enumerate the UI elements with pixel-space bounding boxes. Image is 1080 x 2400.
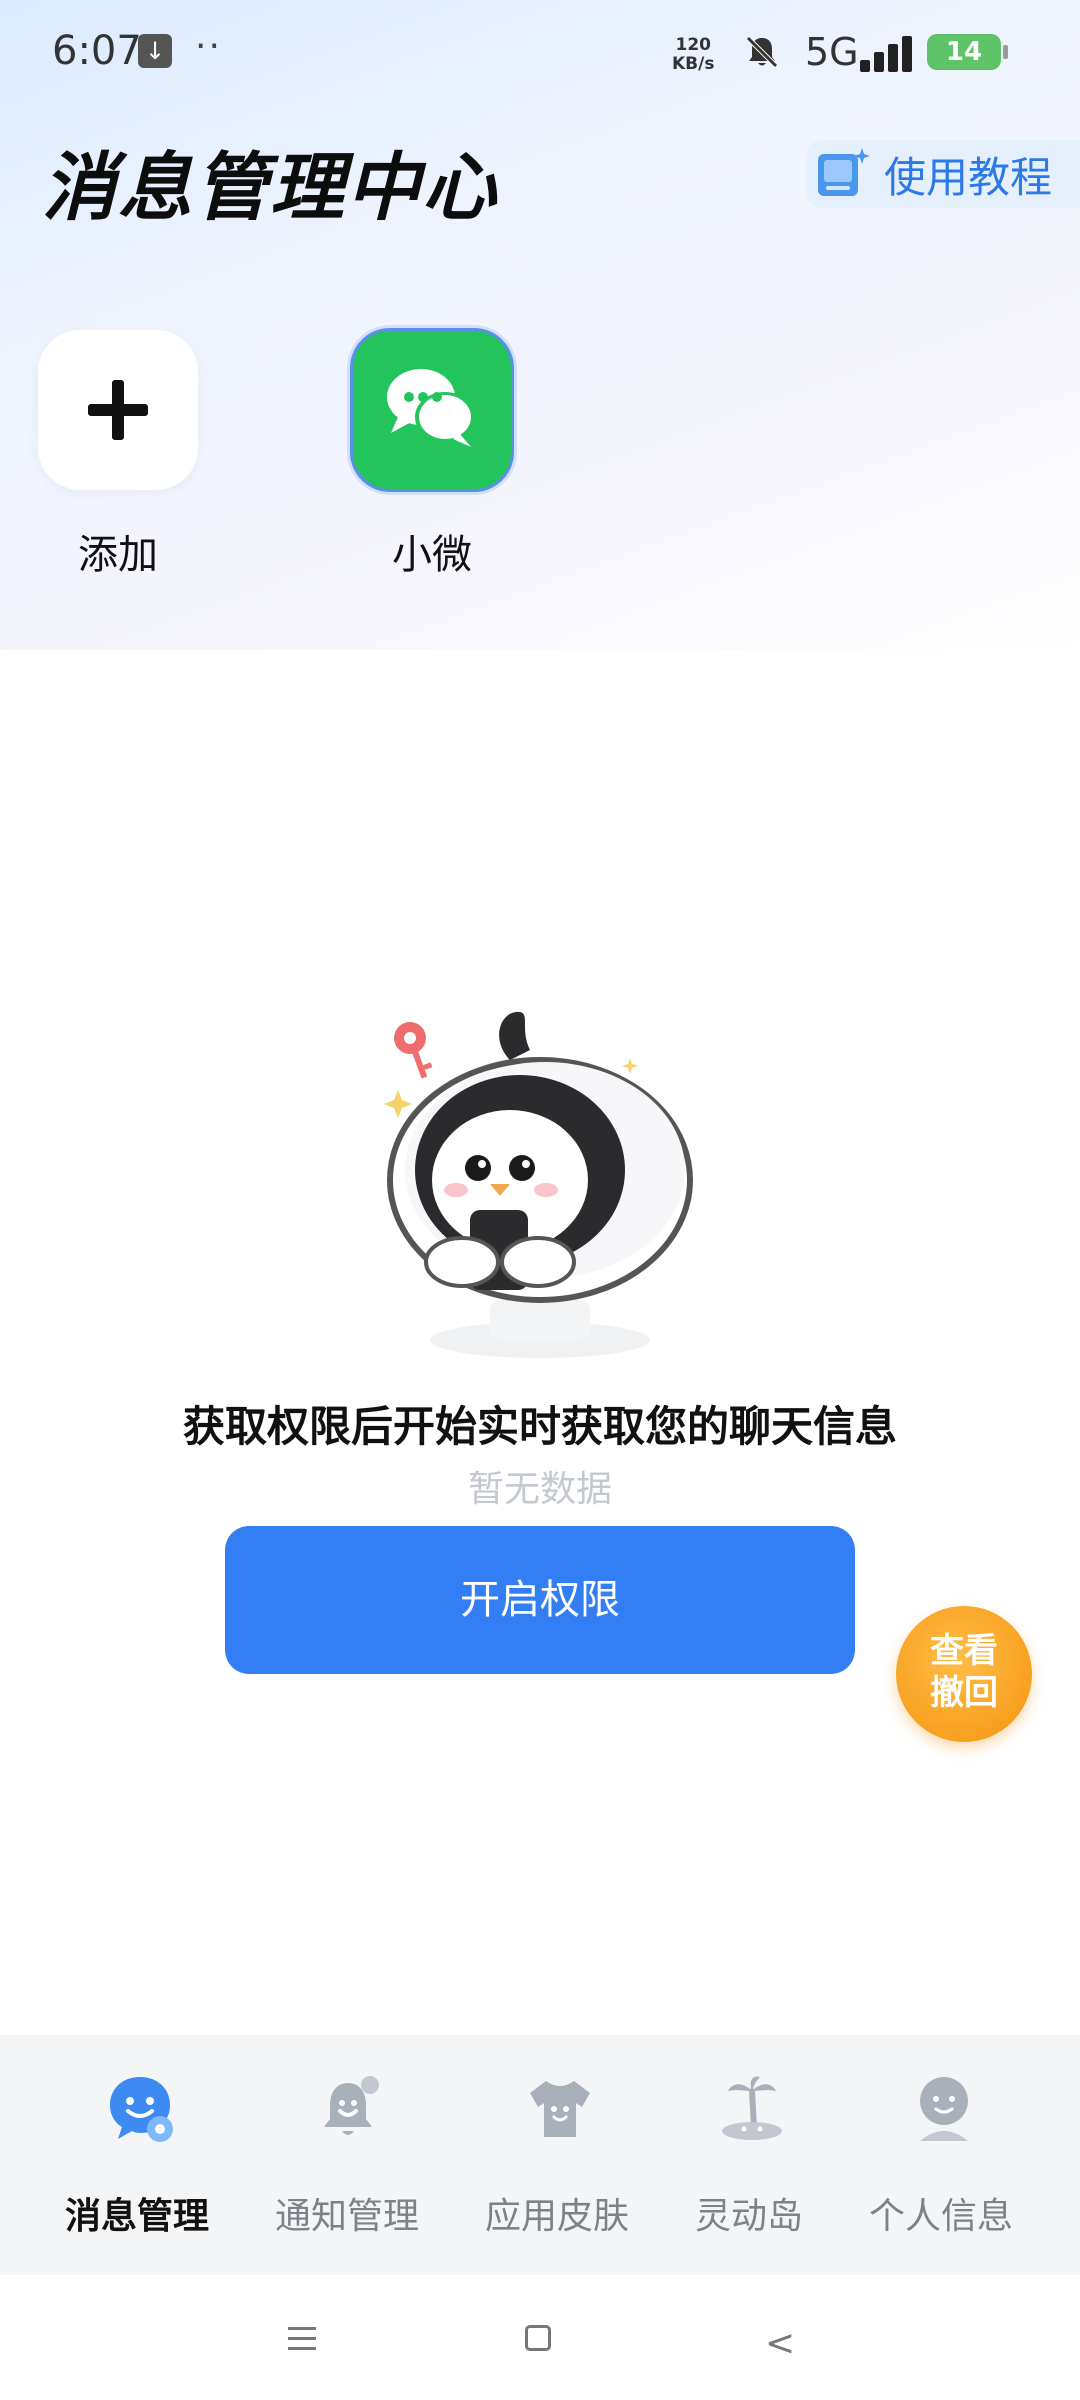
network-speed-unit: KB/s (672, 54, 715, 74)
network-type: 5G (805, 30, 859, 74)
wechat-app-label: 小微 (392, 532, 472, 578)
penguin-illustration (384, 1011, 693, 1358)
nav-label: 个人信息 (868, 2196, 1013, 2237)
network-speed: 120 KB/s (672, 36, 714, 74)
back-icon[interactable]: < (765, 2323, 795, 2364)
nav-item-profile[interactable]: 个人信息 (836, 2035, 1046, 2275)
wechat-app-tile[interactable] (350, 328, 514, 492)
recent-apps-icon[interactable] (288, 2327, 316, 2350)
home-icon[interactable] (525, 2325, 551, 2351)
nav-item-message-manage[interactable]: 消息管理 (32, 2035, 242, 2275)
nav-label: 应用皮肤 (484, 2196, 629, 2237)
island-icon (722, 2076, 782, 2140)
nav-item-app-skin[interactable]: 应用皮肤 (452, 2035, 662, 2275)
battery-level: 14 (945, 37, 983, 67)
add-app-button[interactable] (38, 330, 198, 490)
more-dots-icon: ·· (195, 26, 222, 67)
tutorial-button[interactable]: 使用教程 (806, 140, 1080, 208)
signal-icon (860, 34, 918, 72)
tutorial-label: 使用教程 (884, 152, 1053, 202)
add-app-label: 添加 (78, 532, 158, 578)
nav-item-dynamic-island[interactable]: 灵动岛 (644, 2035, 854, 2275)
network-speed-value: 120 (675, 35, 711, 55)
status-bar: 6:07 ↓ ·· 120 KB/s 5G 14 (0, 0, 1080, 100)
enable-permission-button[interactable]: 开启权限 (225, 1526, 855, 1674)
profile-icon (920, 2077, 968, 2141)
battery-icon: 14 (927, 34, 1008, 70)
chat-bubbles-icon (387, 369, 475, 447)
page-title: 消息管理中心 (42, 145, 498, 231)
tshirt-icon (530, 2081, 590, 2137)
system-nav-bar: < (0, 2275, 1080, 2400)
bell-muted-icon (746, 36, 778, 68)
empty-state-subtitle: 暂无数据 (467, 1469, 612, 1510)
book-icon (818, 148, 870, 196)
view-recall-button[interactable]: 查看 撤回 (896, 1606, 1032, 1742)
bell-icon (324, 2076, 379, 2135)
recall-line-1: 查看 (930, 1631, 998, 1671)
nav-label: 通知管理 (274, 2196, 419, 2237)
recall-line-2: 撤回 (930, 1673, 998, 1713)
nav-label: 灵动岛 (694, 2196, 803, 2237)
status-time: 6:07 (52, 28, 142, 74)
empty-state-message: 获取权限后开始实时获取您的聊天信息 (182, 1402, 897, 1451)
nav-item-notification-manage[interactable]: 通知管理 (242, 2035, 452, 2275)
message-manage-icon (110, 2077, 173, 2142)
nav-label: 消息管理 (64, 2196, 209, 2237)
bottom-nav: 消息管理 通知管理 应用皮肤 灵动岛 个人信息 (0, 2035, 1080, 2275)
download-arrow-icon: ↓ (138, 34, 172, 68)
